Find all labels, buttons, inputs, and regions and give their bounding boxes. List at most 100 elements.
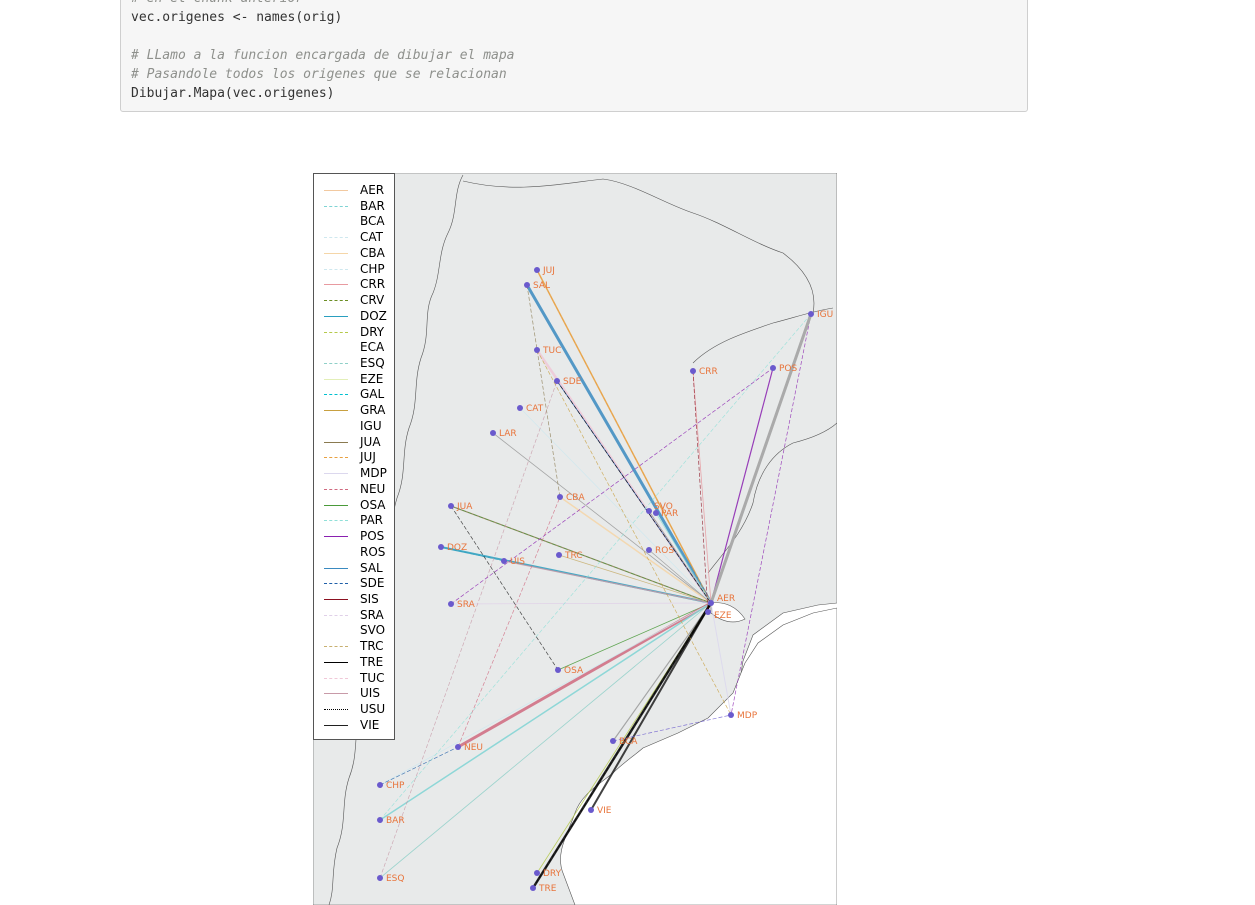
- legend-swatch: [324, 410, 348, 412]
- legend-label: IGU: [360, 418, 382, 433]
- city-point: [708, 600, 714, 606]
- legend-swatch: [324, 457, 348, 459]
- legend-swatch: [324, 252, 348, 254]
- legend-item-eca: ECA: [314, 340, 396, 356]
- legend-swatch: [324, 473, 348, 475]
- legend-item-par: PAR: [314, 513, 396, 529]
- city-label: JUJ: [542, 266, 555, 276]
- legend-label: DOZ: [360, 308, 387, 323]
- legend-item-esq: ESQ: [314, 356, 396, 372]
- legend-swatch: [324, 709, 348, 711]
- legend-label: CHP: [360, 261, 385, 276]
- legend-item-svo: SVO: [314, 623, 396, 639]
- legend-swatch: [324, 630, 348, 632]
- city-point: [534, 267, 540, 273]
- city-label: CBA: [566, 493, 585, 503]
- code-line: # Pasandole todos los origenes que se re…: [131, 67, 507, 82]
- map-legend: AER BAR BCA CAT CBA CHP CRR CRV DOZ DRY ECA ESQ EZE G…: [313, 173, 395, 740]
- legend-item-tre: TRE: [314, 655, 396, 671]
- legend-item-juj: JUJ: [314, 450, 396, 466]
- legend-item-sde: SDE: [314, 576, 396, 592]
- legend-item-gal: GAL: [314, 387, 396, 403]
- legend-label: JUA: [360, 434, 381, 449]
- legend-swatch: [324, 520, 348, 522]
- legend-label: SAL: [360, 560, 383, 575]
- legend-label: SIS: [360, 591, 379, 606]
- legend-swatch: [324, 661, 348, 663]
- city-label: POS: [779, 364, 798, 374]
- legend-item-eze: EZE: [314, 372, 396, 388]
- city-label: SDE: [563, 377, 582, 387]
- legend-item-igu: IGU: [314, 419, 396, 435]
- legend-item-crr: CRR: [314, 277, 396, 293]
- legend-swatch: [324, 536, 348, 538]
- city-point: [377, 817, 383, 823]
- city-point: [490, 430, 496, 436]
- legend-swatch: [324, 300, 348, 302]
- city-label: AER: [717, 594, 735, 604]
- legend-label: GAL: [360, 387, 385, 402]
- city-point: [705, 609, 711, 615]
- legend-swatch: [324, 724, 348, 726]
- legend-swatch: [324, 693, 348, 695]
- legend-item-cba: CBA: [314, 246, 396, 262]
- city-label: ESQ: [386, 874, 404, 884]
- city-point: [728, 712, 734, 718]
- city-label: ROS: [655, 546, 674, 556]
- legend-label: BCA: [360, 214, 385, 229]
- legend-label: JUJ: [360, 450, 376, 465]
- legend-label: OSA: [360, 497, 386, 512]
- legend-label: MDP: [360, 466, 387, 481]
- city-point: [377, 782, 383, 788]
- legend-item-bar: BAR: [314, 199, 396, 215]
- legend-item-neu: NEU: [314, 482, 396, 498]
- city-label: IGU: [817, 310, 833, 320]
- city-point: [653, 510, 659, 516]
- legend-swatch: [324, 677, 348, 679]
- legend-label: DRY: [360, 324, 385, 339]
- code-line: vec.origenes <- names(orig): [131, 10, 343, 25]
- code-line: # en el chunk anterior: [131, 0, 303, 8]
- city-point: [555, 667, 561, 673]
- code-chunk[interactable]: # en el chunk anterior vec.origenes <- n…: [120, 0, 1028, 112]
- legend-label: TRC: [360, 639, 384, 654]
- city-label: NEU: [464, 743, 483, 753]
- legend-label: CBA: [360, 245, 385, 260]
- legend-label: CRV: [360, 293, 385, 308]
- legend-label: USU: [360, 702, 386, 717]
- city-point: [524, 282, 530, 288]
- legend-swatch: [324, 394, 348, 396]
- legend-item-tuc: TUC: [314, 671, 396, 687]
- legend-swatch: [324, 614, 348, 616]
- legend-label: TRE: [360, 654, 384, 669]
- city-point: [610, 738, 616, 744]
- legend-swatch: [324, 425, 348, 427]
- legend-label: GRA: [360, 403, 386, 418]
- city-point: [557, 494, 563, 500]
- legend-label: POS: [360, 529, 385, 544]
- legend-item-ros: ROS: [314, 545, 396, 561]
- city-label: LAR: [499, 429, 517, 439]
- legend-item-sis: SIS: [314, 592, 396, 608]
- legend-swatch: [324, 551, 348, 553]
- legend-label: CRR: [360, 277, 386, 292]
- legend-label: TUC: [360, 670, 385, 685]
- city-label: CAT: [526, 404, 544, 414]
- legend-swatch: [324, 363, 348, 365]
- city-point: [646, 547, 652, 553]
- legend-item-trc: TRC: [314, 639, 396, 655]
- legend-item-gra: GRA: [314, 403, 396, 419]
- city-point: [377, 875, 383, 881]
- city-point: [517, 405, 523, 411]
- city-label: UIS: [510, 557, 525, 567]
- legend-swatch: [324, 284, 348, 286]
- legend-swatch: [324, 190, 348, 191]
- legend-swatch: [324, 331, 348, 333]
- legend-swatch: [324, 237, 348, 239]
- city-label: BAR: [386, 816, 405, 826]
- legend-swatch: [324, 646, 348, 648]
- legend-label: SDE: [360, 576, 385, 591]
- legend-swatch: [324, 488, 348, 490]
- legend-label: EZE: [360, 371, 384, 386]
- legend-label: ESQ: [360, 356, 385, 371]
